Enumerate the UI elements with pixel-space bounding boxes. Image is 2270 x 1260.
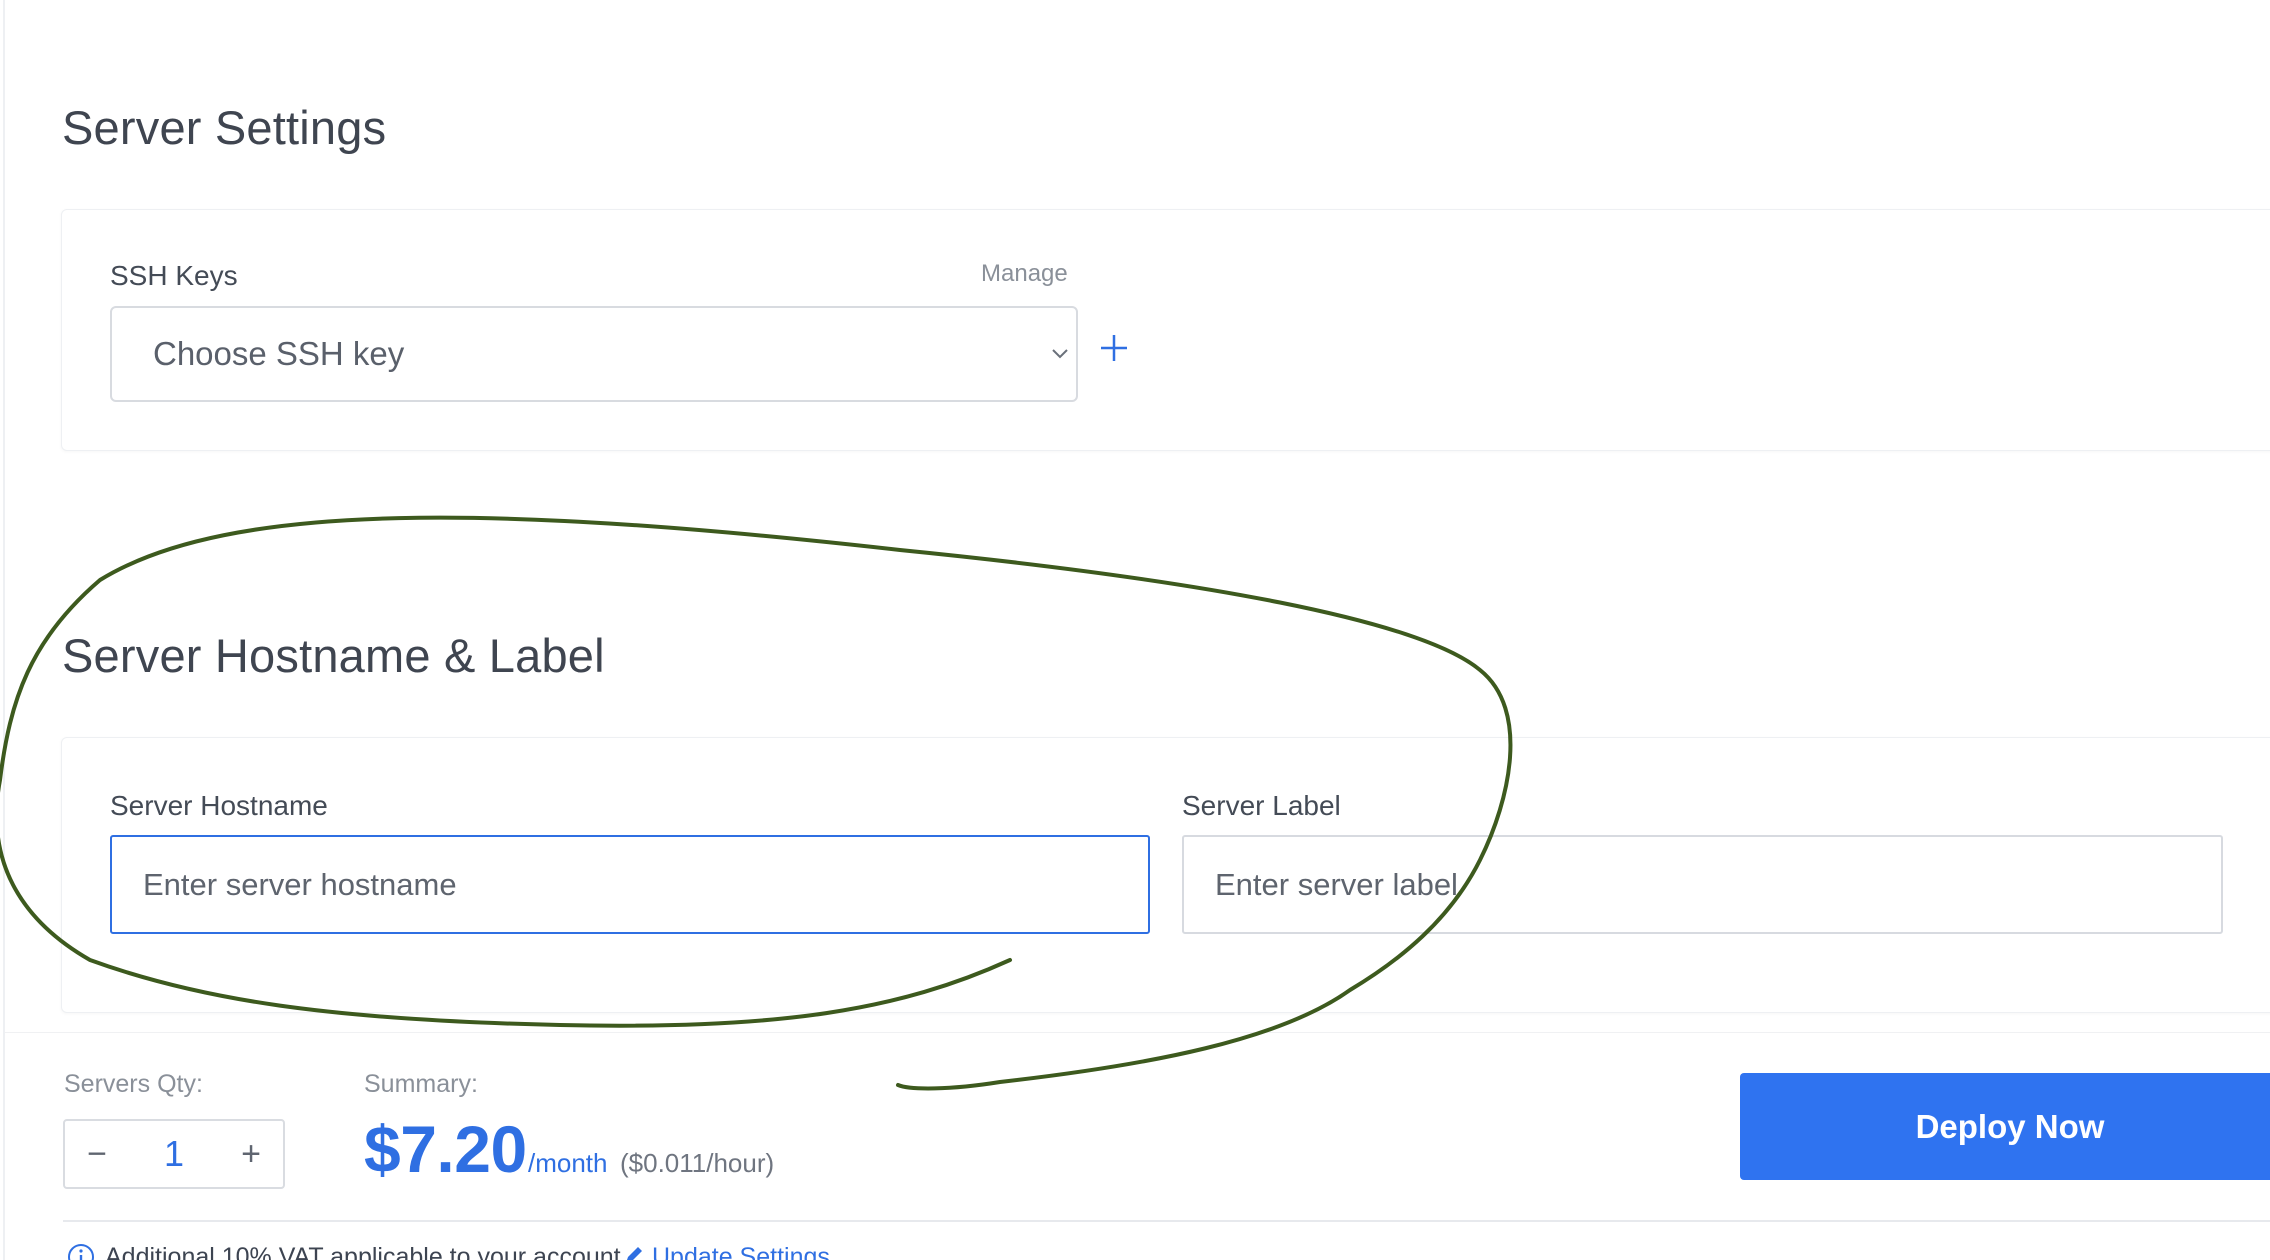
server-label-input[interactable] xyxy=(1182,835,2223,934)
vat-notice-text: Additional 10% VAT applicable to your ac… xyxy=(105,1243,621,1260)
footer-divider xyxy=(63,1220,2270,1222)
monthly-price: $7.20 xyxy=(364,1112,527,1186)
increment-button[interactable]: + xyxy=(219,1121,283,1187)
servers-qty-label: Servers Qty: xyxy=(64,1070,203,1098)
pencil-icon xyxy=(627,1247,642,1260)
quantity-value[interactable]: 1 xyxy=(129,1121,219,1187)
hourly-price: ($0.011/hour) xyxy=(620,1148,775,1178)
quantity-stepper: − 1 + xyxy=(63,1119,285,1189)
manage-ssh-keys-link[interactable]: Manage xyxy=(981,260,1068,288)
ssh-key-select-value: Choose SSH key xyxy=(153,335,405,372)
server-settings-heading: Server Settings xyxy=(62,101,387,154)
hostname-label-card: Server Hostname Server Label xyxy=(61,737,2270,1013)
ssh-keys-card: SSH Keys Manage Choose SSH key xyxy=(61,209,2270,451)
decrement-button[interactable]: − xyxy=(65,1121,129,1187)
deploy-page: Server Settings SSH Keys Manage Choose S… xyxy=(0,0,2270,1260)
server-hostname-label: Server Hostname xyxy=(110,790,328,821)
add-ssh-key-plus-icon[interactable] xyxy=(1099,333,1129,363)
ssh-key-select[interactable]: Choose SSH key xyxy=(110,306,1078,402)
summary-label: Summary: xyxy=(364,1070,478,1098)
server-label-label: Server Label xyxy=(1182,790,1341,821)
ssh-keys-label: SSH Keys xyxy=(110,260,238,291)
update-settings-link[interactable]: Update Settings xyxy=(652,1243,830,1260)
server-hostname-input[interactable] xyxy=(110,835,1150,934)
order-summary-bar: Servers Qty: − 1 + Summary: $7.20 /month… xyxy=(5,1032,2270,1260)
chevron-down-icon xyxy=(1052,349,1068,359)
deploy-now-button[interactable]: Deploy Now xyxy=(1740,1073,2270,1180)
info-icon xyxy=(68,1244,94,1260)
price-period: /month xyxy=(528,1148,608,1178)
hostname-label-heading: Server Hostname & Label xyxy=(62,629,605,682)
